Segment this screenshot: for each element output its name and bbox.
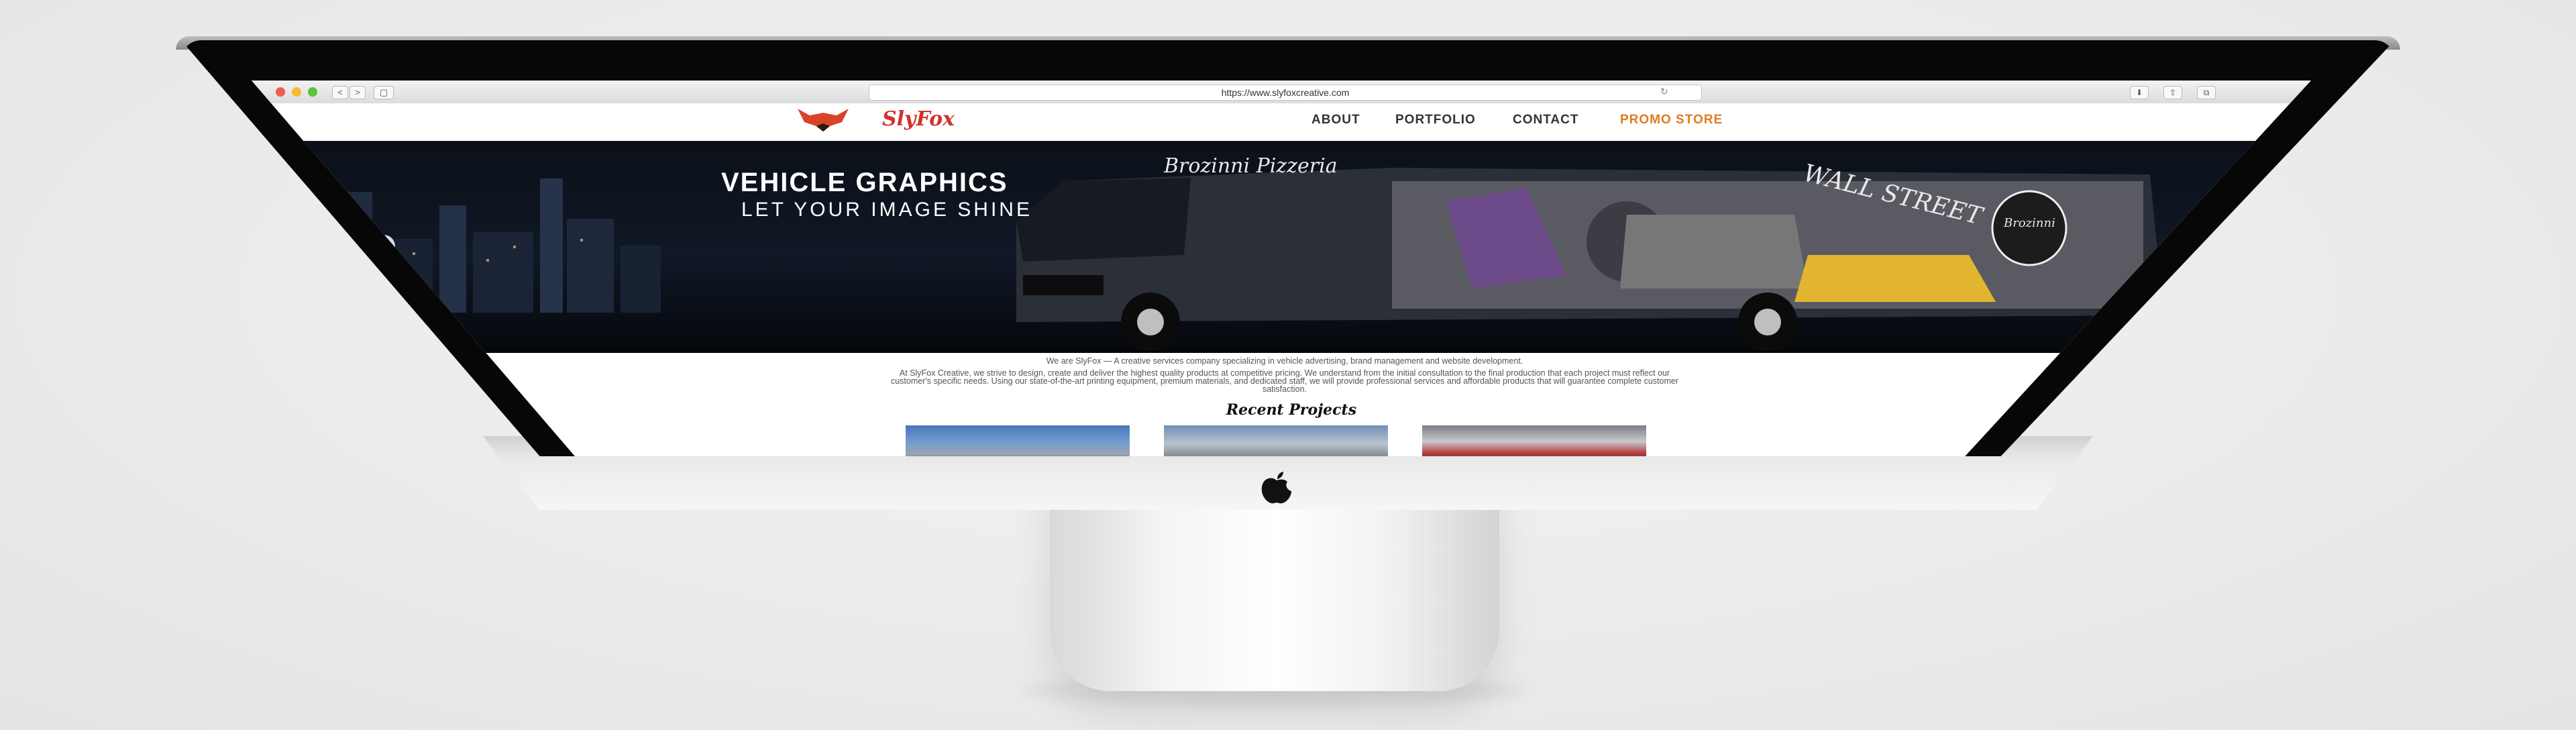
project-thumbnail[interactable] (1422, 425, 1646, 456)
forward-button[interactable]: > (350, 86, 366, 99)
tabs-icon[interactable]: ⧉ (2197, 86, 2216, 99)
hero-subtitle: LET YOUR IMAGE SHINE (741, 199, 1032, 221)
brand-wordmark[interactable]: SlyFox (882, 107, 955, 131)
site-header (252, 103, 2311, 141)
project-thumbnail[interactable] (1164, 425, 1388, 456)
url-text: https://www.slyfoxcreative.com (1221, 87, 1350, 98)
reload-icon[interactable]: ↻ (1660, 86, 1668, 97)
display-screen: < > ▢ https://www.slyfoxcreative.com ↻ ⬇… (252, 81, 2311, 456)
nav-about[interactable]: ABOUT (1311, 113, 1360, 127)
recent-projects-heading: Recent Projects (1226, 401, 1357, 419)
truck-lettering: Brozinni Pizzeria (1164, 154, 1338, 178)
minimize-window-button[interactable] (292, 87, 301, 97)
nav-promo-store[interactable]: PROMO STORE (1620, 113, 1723, 127)
nav-contact[interactable]: CONTACT (1513, 113, 1578, 127)
nav-portfolio[interactable]: PORTFOLIO (1395, 113, 1476, 127)
hero-title: VEHICLE GRAPHICS (721, 168, 1008, 197)
fox-logo-icon[interactable] (795, 106, 851, 133)
close-window-button[interactable] (276, 87, 285, 97)
apple-logo-icon (1261, 472, 1291, 504)
intro-text: We are SlyFox — A creative services comp… (889, 356, 1680, 394)
zoom-window-button[interactable] (308, 87, 317, 97)
project-thumbnail[interactable] (906, 425, 1130, 456)
back-button[interactable]: < (332, 86, 348, 99)
url-field[interactable]: https://www.slyfoxcreative.com (869, 85, 1702, 101)
truck-badge-text: Brozinni (2004, 216, 2055, 230)
share-icon[interactable]: ⇪ (2163, 86, 2182, 99)
downloads-icon[interactable]: ⬇ (2130, 86, 2149, 99)
hero-slider: Brozinni Pizzeria WALL STREET Brozinni V… (252, 141, 2311, 353)
sidebar-icon[interactable]: ▢ (374, 86, 394, 99)
intro-line-2: At SlyFox Creative, we strive to design,… (890, 368, 1679, 394)
intro-line-1: We are SlyFox — A creative services comp… (1046, 356, 1523, 366)
browser-toolbar: < > ▢ https://www.slyfoxcreative.com ↻ ⬇… (252, 81, 2311, 104)
